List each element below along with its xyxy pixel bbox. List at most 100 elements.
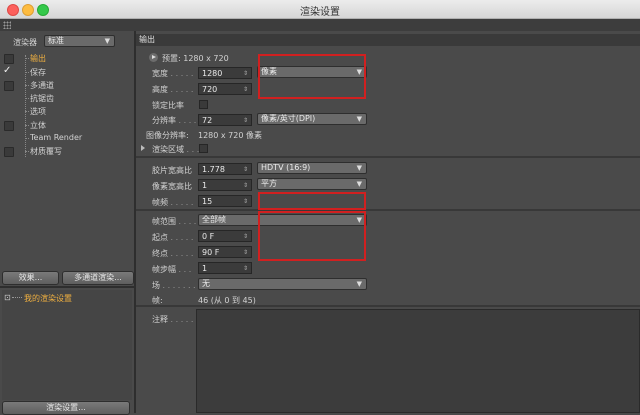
- chevron-down-icon: ▼: [356, 115, 362, 123]
- render-settings-list: ⊡ 我的渲染设置: [2, 290, 132, 400]
- section-divider: [136, 305, 640, 307]
- render-settings-item[interactable]: 我的渲染设置: [24, 293, 72, 304]
- chevron-down-icon: ▼: [356, 180, 362, 188]
- tree-branch: [25, 98, 29, 99]
- highlight-box-frame-rate: [258, 192, 366, 210]
- start-field[interactable]: 0 F ⇕: [198, 230, 252, 242]
- divider: [0, 286, 134, 288]
- multipass-render-button[interactable]: 多通道渲染...: [62, 271, 134, 285]
- tree-branch: [25, 151, 29, 152]
- effects-button[interactable]: 效果...: [2, 271, 59, 285]
- end-value: 90 F: [202, 248, 220, 257]
- height-value: 720: [202, 85, 218, 94]
- image-resolution-value: 1280 x 720 像素: [198, 131, 262, 140]
- stepper-icon[interactable]: ⇕: [243, 84, 248, 95]
- frame-step-value: 1: [202, 264, 208, 273]
- film-aspect-preset: HDTV (16:9): [261, 163, 311, 172]
- render-region-label: 渲染区域 . . . .: [152, 145, 205, 154]
- play-icon[interactable]: [149, 53, 158, 62]
- pixel-aspect-select[interactable]: 平方 ▼: [257, 178, 367, 190]
- film-aspect-label: 胶片宽高比: [152, 166, 192, 175]
- start-value: 0 F: [202, 232, 215, 241]
- frame-step-label: 帧步幅 . . .: [152, 265, 192, 274]
- stepper-icon[interactable]: ⇕: [243, 164, 248, 175]
- tree-connector: [25, 55, 27, 157]
- chevron-down-icon: ▼: [104, 37, 110, 45]
- height-label: 高度 . . . . .: [152, 85, 194, 94]
- sidebar-item-1[interactable]: 保存: [30, 67, 46, 78]
- sidebar-checkbox[interactable]: [4, 54, 14, 64]
- highlight-box-size: [258, 54, 366, 99]
- notes-textarea[interactable]: [196, 309, 640, 413]
- resolution-value: 72: [202, 116, 213, 125]
- chevron-down-icon: ▼: [356, 164, 362, 172]
- tree-branch: [25, 58, 29, 59]
- film-aspect-select[interactable]: HDTV (16:9) ▼: [257, 162, 367, 174]
- stepper-icon[interactable]: ⇕: [243, 231, 248, 242]
- resolution-label: 分辨率 . . . .: [152, 116, 197, 125]
- expand-triangle-icon[interactable]: [141, 145, 145, 151]
- width-field[interactable]: 1280 ⇕: [198, 67, 252, 79]
- sidebar-checkbox[interactable]: [4, 147, 14, 157]
- resolution-unit-value: 像素/英寸(DPI): [261, 114, 316, 123]
- resolution-field[interactable]: 72 ⇕: [198, 114, 252, 126]
- pixel-aspect-value: 1: [202, 181, 208, 190]
- start-label: 起点 . . . . .: [152, 233, 194, 242]
- pixel-aspect-preset: 平方: [261, 179, 277, 188]
- frame-step-field[interactable]: 1 ⇕: [198, 262, 252, 274]
- renderer-select-value: 标准: [48, 36, 64, 45]
- frame-rate-label: 帧频 . . . . .: [152, 198, 194, 207]
- film-aspect-field[interactable]: 1.778 ⇕: [198, 163, 252, 175]
- stepper-icon[interactable]: ⇕: [243, 68, 248, 79]
- pixel-aspect-label: 像素宽高比: [152, 182, 192, 191]
- preset-label: 预置: 1280 x 720: [162, 54, 229, 63]
- frame-range-value: 全部帧: [202, 215, 226, 224]
- renderer-select[interactable]: 标准 ▼: [44, 35, 115, 47]
- tree-branch: [25, 138, 29, 139]
- output-panel: 输出 预置: 1280 x 720 宽度 . . . . . 1280 ⇕ 像素 ▼…: [136, 31, 640, 413]
- sidebar-item-5[interactable]: 立体: [30, 120, 46, 131]
- sidebar-checkbox[interactable]: [4, 121, 14, 131]
- stepper-icon[interactable]: ⇕: [243, 196, 248, 207]
- window-titlebar: 渲染设置: [0, 0, 640, 19]
- stepper-icon[interactable]: ⇕: [243, 180, 248, 191]
- render-region-checkbox[interactable]: [199, 144, 208, 153]
- stepper-icon[interactable]: ⇕: [243, 263, 248, 274]
- frame-range-label: 帧范围 . . . .: [152, 217, 197, 226]
- sidebar-item-3[interactable]: 抗锯齿: [30, 93, 54, 104]
- grip-icon[interactable]: [3, 21, 11, 29]
- frame-rate-value: 15: [202, 197, 213, 206]
- sidebar-item-2[interactable]: 多通道: [30, 80, 54, 91]
- section-divider: [136, 156, 640, 158]
- field-select[interactable]: 无 ▼: [198, 278, 367, 290]
- tree-branch: [25, 111, 29, 112]
- lock-ratio-checkbox[interactable]: [199, 100, 208, 109]
- tree-branch: [25, 125, 29, 126]
- sidebar-item-4[interactable]: 选项: [30, 106, 46, 117]
- tree-branch: [25, 72, 29, 73]
- checkmark-icon[interactable]: ✓: [3, 65, 11, 76]
- end-label: 终点 . . . . .: [152, 249, 194, 258]
- notes-label: 注释 . . . . .: [152, 315, 194, 324]
- resolution-unit-select[interactable]: 像素/英寸(DPI) ▼: [257, 113, 367, 125]
- expand-icon[interactable]: ⊡: [4, 293, 11, 302]
- sidebar-item-0[interactable]: 输出: [30, 53, 46, 64]
- film-aspect-value: 1.778: [202, 165, 225, 174]
- tree-branch: [25, 85, 29, 86]
- panel-header: 输出: [136, 34, 640, 46]
- image-resolution-label: 图像分辨率:: [146, 131, 189, 140]
- pixel-aspect-field[interactable]: 1 ⇕: [198, 179, 252, 191]
- frame-rate-field[interactable]: 15 ⇕: [198, 195, 252, 207]
- sidebar-checkbox[interactable]: [4, 81, 14, 91]
- sidebar-item-6[interactable]: Team Render: [30, 133, 82, 142]
- chevron-down-icon: ▼: [356, 280, 362, 288]
- window-title: 渲染设置: [300, 7, 340, 18]
- toolbar-strip: [0, 19, 640, 31]
- sidebar-item-7[interactable]: 材质覆写: [30, 146, 62, 157]
- height-field[interactable]: 720 ⇕: [198, 83, 252, 95]
- renderer-label: 渲染器: [13, 38, 37, 47]
- stepper-icon[interactable]: ⇕: [243, 115, 248, 126]
- end-field[interactable]: 90 F ⇕: [198, 246, 252, 258]
- stepper-icon[interactable]: ⇕: [243, 247, 248, 258]
- field-label: 场 . . . . . . .: [152, 281, 196, 290]
